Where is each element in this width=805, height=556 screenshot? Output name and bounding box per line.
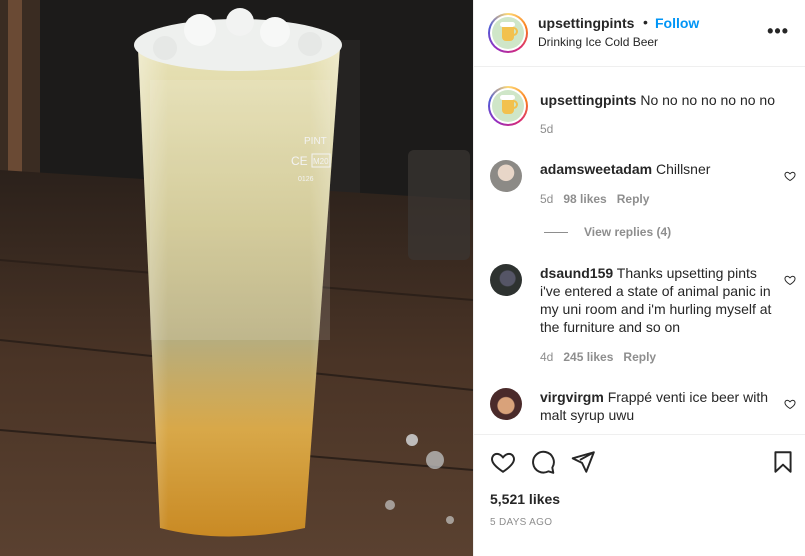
comment-text: Chillsner <box>655 161 711 177</box>
view-replies-label: View replies (4) <box>584 225 672 239</box>
follow-button[interactable]: Follow <box>655 15 699 31</box>
comment-like-icon[interactable] <box>784 398 796 410</box>
comment-avatar[interactable] <box>490 264 522 296</box>
photo-pint-mark: PINT <box>304 136 327 147</box>
post-location[interactable]: Drinking Ice Cold Beer <box>538 35 658 49</box>
comment-bubble-icon[interactable] <box>530 449 556 475</box>
comment-like-icon[interactable] <box>784 170 796 182</box>
photo-code-mark: 0126 <box>298 176 314 183</box>
author-avatar[interactable] <box>488 13 528 53</box>
post-photo[interactable]: PINT CE M20 0126 <box>0 0 473 556</box>
reply-button[interactable]: Reply <box>617 192 650 206</box>
paper-plane-icon[interactable] <box>570 449 596 475</box>
comment-text-block: virgvirgm Frappé venti ice beer with mal… <box>540 388 776 424</box>
post-actions: 5,521 likes 5 DAYS AGO <box>474 434 805 556</box>
comment-meta: 5d 98 likes Reply <box>540 192 649 206</box>
likes-count[interactable]: 5,521 likes <box>490 491 560 507</box>
comment-like-icon[interactable] <box>784 274 796 286</box>
view-replies-button[interactable]: View replies (4) <box>544 225 671 239</box>
author-username[interactable]: upsettingpints <box>538 15 634 31</box>
caption-text-block: upsettingpints No no no no no no no <box>540 91 776 109</box>
comment-username[interactable]: adamsweetadam <box>540 161 652 177</box>
post-header: upsettingpints • Follow Drinking Ice Col… <box>474 0 805 67</box>
view-replies-line <box>544 232 568 234</box>
comment-time[interactable]: 5d <box>540 192 553 206</box>
photo-m20-mark: M20 <box>313 157 329 166</box>
bookmark-icon[interactable] <box>770 449 796 475</box>
caption-avatar[interactable] <box>488 86 528 126</box>
comments-list[interactable]: upsettingpints No no no no no no no 5d a… <box>474 68 805 434</box>
comment-time[interactable]: 4d <box>540 350 553 364</box>
more-options-icon[interactable]: ••• <box>767 22 789 40</box>
post-side-panel: upsettingpints • Follow Drinking Ice Col… <box>473 0 805 556</box>
post-date[interactable]: 5 DAYS AGO <box>490 517 552 528</box>
instagram-post: PINT CE M20 0126 upsettingpints • Follow… <box>0 0 805 556</box>
comment-avatar[interactable] <box>490 160 522 192</box>
header-separator: • <box>643 14 648 30</box>
caption-time[interactable]: 5d <box>540 122 553 136</box>
comment-likes[interactable]: 245 likes <box>563 350 613 364</box>
caption-text: No no no no no no no <box>640 92 775 108</box>
caption-meta: 5d <box>540 122 553 136</box>
reply-button[interactable]: Reply <box>623 350 656 364</box>
comment-meta: 4d 245 likes Reply <box>540 350 656 364</box>
comment-username[interactable]: virgvirgm <box>540 389 604 405</box>
beer-logo-icon <box>492 17 524 49</box>
comment-username[interactable]: dsaund159 <box>540 265 613 281</box>
photo-ce-mark: CE <box>291 154 308 168</box>
caption-username[interactable]: upsettingpints <box>540 92 636 108</box>
beer-logo-icon <box>492 90 524 122</box>
heart-icon[interactable] <box>490 449 516 475</box>
comment-text-block: adamsweetadam Chillsner <box>540 160 776 178</box>
comment-likes[interactable]: 98 likes <box>563 192 606 206</box>
comment-text-block: dsaund159 Thanks upsetting pints i've en… <box>540 264 776 336</box>
comment-avatar[interactable] <box>490 388 522 420</box>
